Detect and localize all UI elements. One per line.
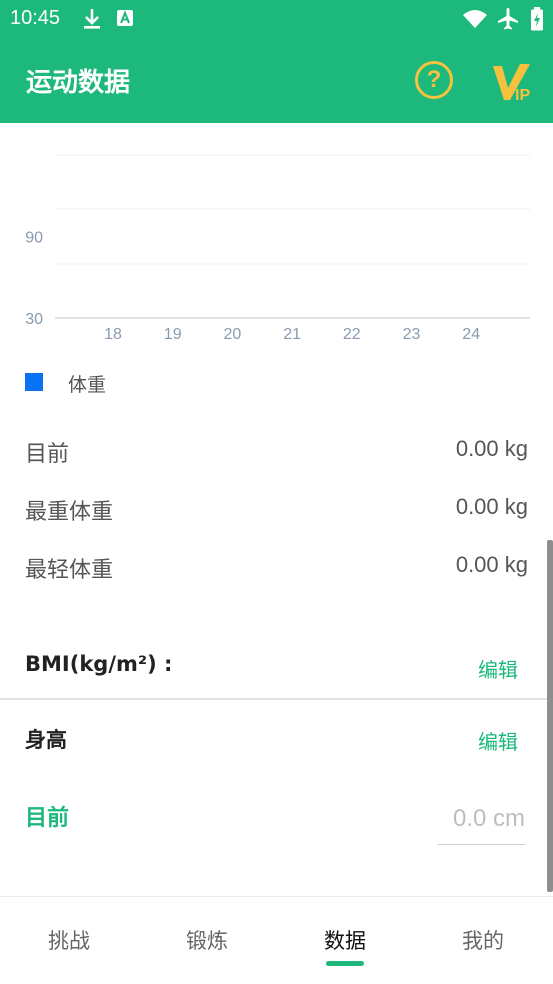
- bmi-edit-button[interactable]: 编辑: [478, 654, 518, 683]
- page-title: 运动数据: [26, 68, 131, 98]
- chart-x-tick-label: 19: [164, 326, 182, 343]
- stat-label: 最重体重: [25, 500, 114, 525]
- legend-swatch: [25, 373, 43, 391]
- height-label: 身高: [25, 728, 67, 752]
- chart-x-tick-label: 21: [283, 326, 301, 343]
- chart-x-tick-label: 20: [224, 326, 242, 343]
- weight-chart: 90 30 18 19 20 21 22 23 24: [0, 123, 553, 353]
- height-edit-button[interactable]: 编辑: [478, 726, 518, 755]
- stat-label: 最轻体重: [25, 558, 114, 583]
- text-a-icon: [116, 9, 134, 31]
- height-section: 身高 编辑: [25, 718, 528, 758]
- stat-value: 0.00 kg: [455, 436, 528, 461]
- stat-value: 0.00 kg: [455, 494, 528, 519]
- nav-item-workout[interactable]: 锻炼: [167, 925, 247, 955]
- wifi-icon: [462, 9, 488, 33]
- nav-active-indicator: [326, 961, 364, 966]
- battery-charging-icon: [530, 7, 544, 35]
- stat-row-lightest: 最轻体重 0.00 kg: [25, 546, 528, 586]
- nav-item-mine[interactable]: 我的: [443, 925, 523, 955]
- legend-label: 体重: [68, 374, 107, 396]
- stat-label: 目前: [25, 442, 70, 467]
- chart-x-tick-label: 24: [462, 326, 480, 343]
- bmi-section: BMI(kg/m²) : 编辑: [25, 646, 528, 686]
- chart-x-tick-label: 22: [343, 326, 361, 343]
- airplane-icon: [496, 7, 520, 35]
- chart-x-tick-label: 18: [104, 326, 122, 343]
- section-divider: [0, 698, 553, 700]
- nav-item-data[interactable]: 数据: [305, 925, 385, 955]
- status-bar: 10:45: [0, 0, 553, 38]
- question-circle-icon[interactable]: ?: [415, 61, 453, 99]
- app-bar: 运动数据 ? IP: [0, 38, 553, 123]
- stat-row-current: 目前 0.00 kg: [25, 430, 528, 470]
- bmi-label: BMI(kg/m²) :: [25, 652, 173, 676]
- chart-x-tick-label: 23: [403, 326, 421, 343]
- stat-value: 0.00 kg: [455, 552, 528, 577]
- status-time: 10:45: [10, 7, 61, 29]
- chart-y-tick-label: 90: [25, 230, 43, 247]
- svg-text:IP: IP: [515, 87, 530, 104]
- nav-item-challenge[interactable]: 挑战: [29, 925, 109, 955]
- download-icon: [82, 7, 102, 35]
- scrollbar[interactable]: [547, 540, 553, 892]
- height-input[interactable]: 0.0 cm: [438, 803, 525, 845]
- height-current-label: 目前: [25, 806, 70, 831]
- stat-row-heaviest: 最重体重 0.00 kg: [25, 488, 528, 528]
- bottom-nav: 挑战 锻炼 数据 我的: [0, 896, 553, 984]
- weight-chart-svg: 90 30 18 19 20 21 22 23 24: [25, 154, 530, 343]
- chart-y-tick-label: 30: [25, 311, 43, 328]
- vip-badge-icon[interactable]: IP: [490, 60, 536, 106]
